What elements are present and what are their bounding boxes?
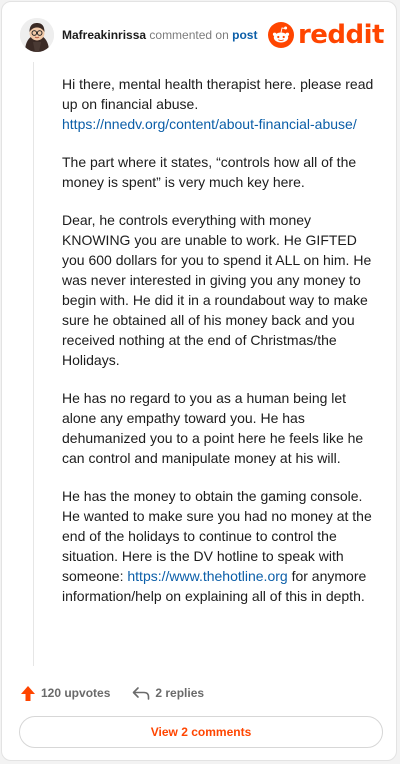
username-link[interactable]: Mafreakinrissa [62,28,146,42]
comment-body: Hi there, mental health therapist here. … [62,74,378,624]
upvote-arrow-icon [21,685,35,701]
commented-on-text: commented on [149,28,229,42]
reddit-wordmark: reddit [297,20,385,50]
paragraph-1-text: Hi there, mental health therapist here. … [62,76,374,112]
reddit-logo-icon [267,22,294,48]
upvote-button[interactable]: 120 upvotes [20,685,110,702]
upvote-count: 120 upvotes [41,686,111,700]
comment-meta: Mafreakinrissa commented on post [62,28,257,42]
paragraph-3: Dear, he controls everything with money … [62,212,372,368]
paragraph-5: He has the money to obtain the gaming co… [62,486,378,606]
reply-arrow-icon [133,687,150,700]
reddit-logo[interactable]: reddit [267,18,385,52]
paragraph-1: Hi there, mental health therapist here. … [62,74,378,134]
comment-actions: 120 upvotes 2 replies [20,682,204,704]
post-link[interactable]: post [232,28,257,42]
reply-count: 2 replies [155,686,205,700]
paragraph-4: He has no regard to you as a human being… [62,390,364,466]
comment-header: Mafreakinrissa commented on post reddit [16,16,385,56]
hotline-link[interactable]: https://www.thehotline.org [127,568,287,584]
thread-line [33,62,34,666]
financial-abuse-link[interactable]: https://nnedv.org/content/about-financia… [62,116,357,132]
replies-button[interactable]: 2 replies [132,686,204,700]
paragraph-2: The part where it states, “controls how … [62,154,357,190]
comment-card: Mafreakinrissa commented on post reddit … [1,1,397,761]
view-comments-button[interactable]: View 2 comments [19,716,383,748]
avatar[interactable] [20,18,54,52]
